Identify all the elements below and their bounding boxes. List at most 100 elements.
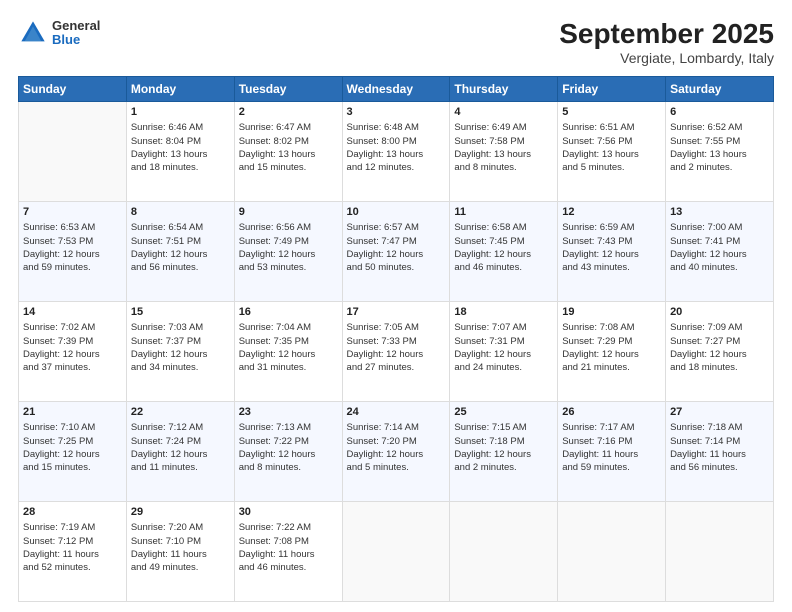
logo-general: General (52, 19, 100, 33)
day-info-line: Sunset: 7:14 PM (670, 435, 769, 448)
day-info-line: Daylight: 13 hours (454, 148, 553, 161)
day-number: 15 (131, 305, 230, 320)
day-info-line: Sunset: 7:20 PM (347, 435, 446, 448)
day-info-line: and 37 minutes. (23, 361, 122, 374)
day-info-line: and 27 minutes. (347, 361, 446, 374)
day-info-line: Sunrise: 6:54 AM (131, 221, 230, 234)
day-info-line: Daylight: 13 hours (562, 148, 661, 161)
calendar-cell (450, 502, 558, 602)
calendar-cell: 21Sunrise: 7:10 AMSunset: 7:25 PMDayligh… (19, 402, 127, 502)
calendar-cell: 26Sunrise: 7:17 AMSunset: 7:16 PMDayligh… (558, 402, 666, 502)
calendar-subtitle: Vergiate, Lombardy, Italy (559, 50, 774, 66)
day-info-line: and 24 minutes. (454, 361, 553, 374)
day-info-line: Daylight: 12 hours (131, 248, 230, 261)
logo: General Blue (18, 18, 100, 48)
day-info-line: Daylight: 12 hours (131, 448, 230, 461)
day-info-line: Sunrise: 6:49 AM (454, 121, 553, 134)
day-info-line: and 8 minutes. (239, 461, 338, 474)
calendar-cell: 9Sunrise: 6:56 AMSunset: 7:49 PMDaylight… (234, 202, 342, 302)
day-info-line: Sunset: 7:39 PM (23, 335, 122, 348)
calendar-cell: 24Sunrise: 7:14 AMSunset: 7:20 PMDayligh… (342, 402, 450, 502)
day-info-line: Sunset: 7:29 PM (562, 335, 661, 348)
calendar-cell: 11Sunrise: 6:58 AMSunset: 7:45 PMDayligh… (450, 202, 558, 302)
day-number: 2 (239, 105, 338, 120)
day-info-line: and 18 minutes. (670, 361, 769, 374)
calendar-cell: 16Sunrise: 7:04 AMSunset: 7:35 PMDayligh… (234, 302, 342, 402)
day-info-line: Sunset: 8:02 PM (239, 135, 338, 148)
day-info-line: Daylight: 11 hours (131, 548, 230, 561)
day-number: 13 (670, 205, 769, 220)
day-info-line: Daylight: 12 hours (23, 448, 122, 461)
day-info-line: and 40 minutes. (670, 261, 769, 274)
day-info-line: Daylight: 12 hours (131, 348, 230, 361)
day-info-line: Daylight: 12 hours (239, 348, 338, 361)
calendar-cell: 15Sunrise: 7:03 AMSunset: 7:37 PMDayligh… (126, 302, 234, 402)
day-info-line: Sunrise: 6:46 AM (131, 121, 230, 134)
day-info-line: and 21 minutes. (562, 361, 661, 374)
logo-text: General Blue (52, 19, 100, 48)
header: General Blue September 2025 Vergiate, Lo… (18, 18, 774, 66)
day-info-line: Sunrise: 7:03 AM (131, 321, 230, 334)
day-info-line: Daylight: 12 hours (23, 348, 122, 361)
logo-blue: Blue (52, 33, 100, 47)
day-info-line: and 11 minutes. (131, 461, 230, 474)
day-info-line: Sunset: 7:35 PM (239, 335, 338, 348)
day-info-line: and 2 minutes. (454, 461, 553, 474)
day-info-line: Sunset: 7:12 PM (23, 535, 122, 548)
day-number: 27 (670, 405, 769, 420)
day-info-line: and 59 minutes. (23, 261, 122, 274)
day-info-line: Sunrise: 7:14 AM (347, 421, 446, 434)
calendar-cell (558, 502, 666, 602)
calendar-table: SundayMondayTuesdayWednesdayThursdayFrid… (18, 76, 774, 602)
day-number: 20 (670, 305, 769, 320)
day-info-line: Sunrise: 6:52 AM (670, 121, 769, 134)
day-number: 9 (239, 205, 338, 220)
week-row-1: 7Sunrise: 6:53 AMSunset: 7:53 PMDaylight… (19, 202, 774, 302)
day-info-line: Sunrise: 7:19 AM (23, 521, 122, 534)
calendar-cell: 30Sunrise: 7:22 AMSunset: 7:08 PMDayligh… (234, 502, 342, 602)
calendar-cell: 19Sunrise: 7:08 AMSunset: 7:29 PMDayligh… (558, 302, 666, 402)
day-info-line: Sunset: 7:22 PM (239, 435, 338, 448)
day-info-line: Sunrise: 7:07 AM (454, 321, 553, 334)
day-info-line: Sunset: 7:31 PM (454, 335, 553, 348)
calendar-cell: 2Sunrise: 6:47 AMSunset: 8:02 PMDaylight… (234, 102, 342, 202)
col-header-sunday: Sunday (19, 77, 127, 102)
day-info-line: Sunrise: 7:13 AM (239, 421, 338, 434)
calendar-cell: 14Sunrise: 7:02 AMSunset: 7:39 PMDayligh… (19, 302, 127, 402)
day-info-line: and 15 minutes. (23, 461, 122, 474)
page: General Blue September 2025 Vergiate, Lo… (0, 0, 792, 612)
day-info-line: and 43 minutes. (562, 261, 661, 274)
day-number: 1 (131, 105, 230, 120)
day-info-line: and 15 minutes. (239, 161, 338, 174)
day-info-line: and 31 minutes. (239, 361, 338, 374)
day-number: 5 (562, 105, 661, 120)
day-info-line: Sunset: 7:18 PM (454, 435, 553, 448)
day-info-line: and 5 minutes. (347, 461, 446, 474)
day-number: 11 (454, 205, 553, 220)
title-block: September 2025 Vergiate, Lombardy, Italy (559, 18, 774, 66)
day-info-line: Sunrise: 7:22 AM (239, 521, 338, 534)
day-info-line: Sunset: 7:55 PM (670, 135, 769, 148)
day-number: 14 (23, 305, 122, 320)
day-info-line: Sunrise: 6:47 AM (239, 121, 338, 134)
day-number: 26 (562, 405, 661, 420)
day-info-line: Sunset: 8:04 PM (131, 135, 230, 148)
day-info-line: Sunset: 8:00 PM (347, 135, 446, 148)
calendar-cell: 5Sunrise: 6:51 AMSunset: 7:56 PMDaylight… (558, 102, 666, 202)
day-info-line: Daylight: 13 hours (670, 148, 769, 161)
day-info-line: Daylight: 12 hours (562, 248, 661, 261)
day-number: 12 (562, 205, 661, 220)
day-info-line: Sunset: 7:08 PM (239, 535, 338, 548)
calendar-cell: 25Sunrise: 7:15 AMSunset: 7:18 PMDayligh… (450, 402, 558, 502)
day-info-line: Daylight: 11 hours (23, 548, 122, 561)
day-number: 10 (347, 205, 446, 220)
day-info-line: Sunrise: 7:12 AM (131, 421, 230, 434)
day-info-line: and 34 minutes. (131, 361, 230, 374)
day-info-line: Daylight: 12 hours (239, 448, 338, 461)
day-info-line: Daylight: 13 hours (131, 148, 230, 161)
day-number: 28 (23, 505, 122, 520)
day-number: 23 (239, 405, 338, 420)
calendar-cell: 20Sunrise: 7:09 AMSunset: 7:27 PMDayligh… (666, 302, 774, 402)
day-info-line: Daylight: 12 hours (23, 248, 122, 261)
day-info-line: Sunset: 7:56 PM (562, 135, 661, 148)
